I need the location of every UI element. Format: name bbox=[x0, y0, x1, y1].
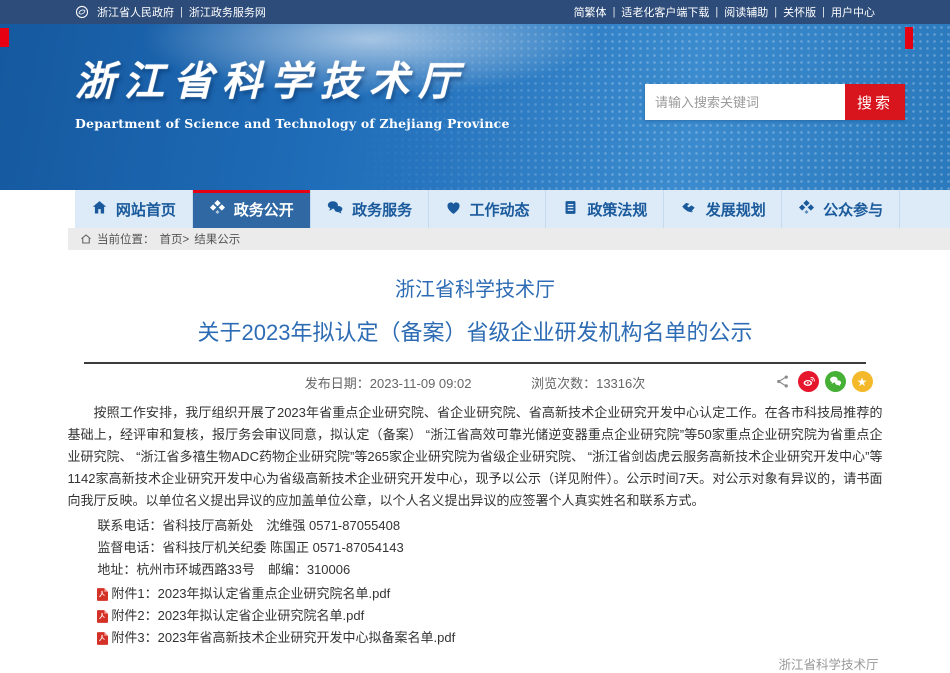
link-elderly-client-download[interactable]: 适老化客户端下载 bbox=[621, 4, 709, 20]
attachment-label: 附件3：2023年省高新技术企业研究开发中心拟备案名单.pdf bbox=[111, 627, 455, 649]
view-count: 浏览次数：13316次 bbox=[531, 376, 645, 391]
search-button[interactable]: 搜索 bbox=[845, 84, 905, 120]
share-icon[interactable] bbox=[775, 374, 790, 389]
breadcrumb-current: 结果公示 bbox=[194, 231, 240, 247]
nav-item-work-news[interactable]: 工作动态 bbox=[429, 190, 547, 228]
attachment-link-2[interactable]: 附件2：2023年拟认定省企业研究院名单.pdf bbox=[97, 605, 882, 627]
article-source: 浙江省科学技术厅 bbox=[68, 654, 883, 673]
wechat-share-icon[interactable] bbox=[825, 371, 846, 392]
red-accent-left bbox=[0, 28, 9, 47]
site-logo[interactable]: 浙江省科学技术厅 Department of Science and Techn… bbox=[75, 60, 510, 131]
development-plan-icon bbox=[680, 199, 698, 220]
search-input[interactable] bbox=[645, 84, 845, 120]
separator: | bbox=[180, 6, 183, 18]
attachment-link-3[interactable]: 附件3：2023年省高新技术企业研究开发中心拟备案名单.pdf bbox=[97, 627, 882, 649]
nav-label: 政策法规 bbox=[587, 199, 647, 220]
nav-label: 政务服务 bbox=[352, 199, 412, 220]
contact-block: 联系电话：省科技厅高新处 沈维强 0571-87055408 监督电话：省科技厅… bbox=[68, 515, 883, 581]
link-simplified-traditional[interactable]: 简繁体 bbox=[574, 4, 607, 20]
public-participation-icon bbox=[798, 199, 815, 220]
site-title: 浙江省科学技术厅 bbox=[75, 60, 510, 104]
link-reading-assist[interactable]: 阅读辅助 bbox=[724, 4, 768, 20]
breadcrumb: 当前位置： 首页> 结果公示 bbox=[68, 228, 950, 250]
nav-item-policy[interactable]: 政策法规 bbox=[546, 190, 664, 228]
attachment-label: 附件2：2023年拟认定省企业研究院名单.pdf bbox=[111, 605, 364, 627]
link-user-center[interactable]: 用户中心 bbox=[831, 4, 875, 20]
nav-item-gov-service[interactable]: 政务服务 bbox=[311, 190, 429, 228]
nav-label: 发展规划 bbox=[706, 199, 766, 220]
separator: | bbox=[613, 6, 616, 18]
gov-links-group: 浙江省人民政府 | 浙江政务服务网 bbox=[75, 4, 266, 20]
contact-phone: 联系电话：省科技厅高新处 沈维强 0571-87055408 bbox=[97, 515, 882, 537]
breadcrumb-label: 当前位置： bbox=[97, 231, 155, 247]
supervision-phone: 监督电话：省科技厅机关纪委 陈国正 0571-87054143 bbox=[97, 537, 882, 559]
nav-label: 网站首页 bbox=[116, 199, 176, 220]
separator: | bbox=[822, 6, 825, 18]
nav-label: 公众参与 bbox=[823, 199, 883, 220]
share-bar: ★ bbox=[775, 371, 873, 392]
site-banner: 浙江省科学技术厅 Department of Science and Techn… bbox=[0, 24, 950, 190]
address-line: 地址：杭州市环城西路33号 邮编：310006 bbox=[97, 559, 882, 581]
main-navigation: 网站首页 政务公开 政务服务 工作动态 政策法规 bbox=[0, 190, 950, 228]
home-icon bbox=[91, 199, 108, 220]
location-icon bbox=[80, 233, 92, 245]
link-zhejiang-service[interactable]: 浙江政务服务网 bbox=[189, 4, 266, 20]
gov-emblem-icon bbox=[75, 5, 89, 19]
separator: | bbox=[715, 6, 718, 18]
separator: | bbox=[774, 6, 777, 18]
article-content: 浙江省科学技术厅 关于2023年拟认定（备案）省级企业研发机构名单的公示 发布日… bbox=[68, 276, 883, 673]
nav-item-development-plan[interactable]: 发展规划 bbox=[664, 190, 782, 228]
site-search: 搜索 bbox=[645, 84, 905, 120]
qzone-share-icon[interactable]: ★ bbox=[852, 371, 873, 392]
nav-item-public-participation[interactable]: 公众参与 bbox=[782, 190, 900, 228]
site-subtitle-english: Department of Science and Technology of … bbox=[75, 116, 510, 131]
top-utility-bar: 浙江省人民政府 | 浙江政务服务网 简繁体 | 适老化客户端下载 | 阅读辅助 … bbox=[0, 0, 950, 24]
attachment-link-1[interactable]: 附件1：2023年拟认定省重点企业研究院名单.pdf bbox=[97, 583, 882, 605]
publish-date: 发布日期：2023-11-09 09:02 bbox=[305, 376, 472, 391]
gov-service-icon bbox=[326, 199, 344, 220]
gov-open-icon bbox=[209, 199, 226, 220]
nav-spacer bbox=[900, 190, 950, 228]
red-accent-right bbox=[905, 27, 913, 49]
nav-label: 政务公开 bbox=[234, 199, 294, 220]
work-news-icon bbox=[445, 199, 462, 220]
nav-label: 工作动态 bbox=[470, 199, 530, 220]
weibo-share-icon[interactable] bbox=[798, 371, 819, 392]
pdf-icon bbox=[97, 632, 108, 645]
nav-item-gov-open[interactable]: 政务公开 bbox=[193, 190, 311, 228]
link-zhejiang-gov[interactable]: 浙江省人民政府 bbox=[97, 4, 174, 20]
breadcrumb-home-link[interactable]: 首页> bbox=[160, 231, 190, 247]
attachments: 附件1：2023年拟认定省重点企业研究院名单.pdf 附件2：2023年拟认定省… bbox=[68, 583, 883, 649]
link-care-version[interactable]: 关怀版 bbox=[783, 4, 816, 20]
policy-icon bbox=[562, 199, 579, 220]
pdf-icon bbox=[97, 610, 108, 623]
pdf-icon bbox=[97, 588, 108, 601]
attachment-label: 附件1：2023年拟认定省重点企业研究院名单.pdf bbox=[111, 583, 390, 605]
nav-item-home[interactable]: 网站首页 bbox=[75, 190, 193, 228]
page-title: 关于2023年拟认定（备案）省级企业研发机构名单的公示 bbox=[68, 317, 883, 349]
article-meta: 发布日期：2023-11-09 09:02 浏览次数：13316次 ★ bbox=[68, 364, 883, 394]
article-title-org: 浙江省科学技术厅 bbox=[68, 276, 883, 304]
article-paragraph: 按照工作安排，我厅组织开展了2023年省重点企业研究院、省企业研究院、省高新技术… bbox=[68, 402, 883, 512]
quick-links-group: 简繁体 | 适老化客户端下载 | 阅读辅助 | 关怀版 | 用户中心 bbox=[574, 4, 875, 20]
